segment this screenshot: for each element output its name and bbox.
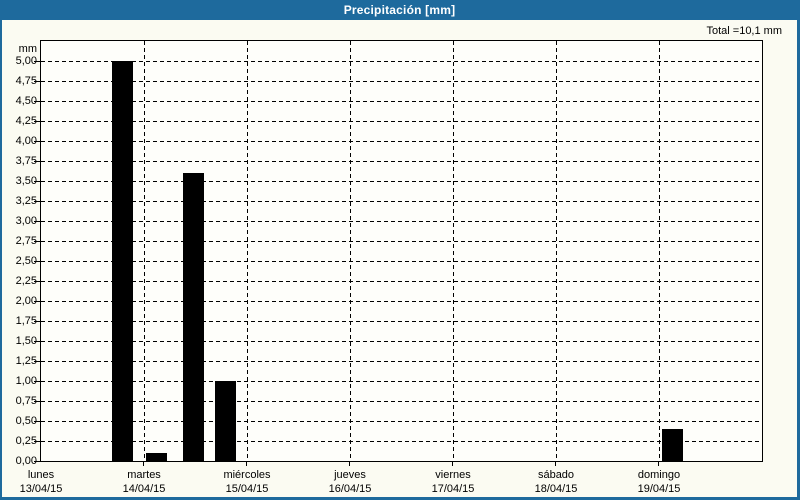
day-date-label: 19/04/15 bbox=[637, 483, 681, 495]
y-gridline bbox=[41, 281, 762, 282]
y-axis-tick-label: 1,75 bbox=[15, 315, 37, 327]
x-axis-tick bbox=[555, 462, 556, 466]
day-date-label: 17/04/15 bbox=[431, 483, 475, 495]
y-axis-tick-label: 2,00 bbox=[15, 295, 37, 307]
precipitation-bar bbox=[215, 381, 236, 461]
chart-titlebar: Precipitación [mm] bbox=[2, 0, 797, 20]
y-axis-tick-label: 3,50 bbox=[15, 175, 37, 187]
x-gridline bbox=[144, 41, 145, 461]
y-axis-tick-label: 3,75 bbox=[15, 155, 37, 167]
y-gridline bbox=[41, 421, 762, 422]
x-gridline bbox=[453, 41, 454, 461]
x-gridline bbox=[350, 41, 351, 461]
day-name-label: miércoles bbox=[223, 469, 271, 481]
y-axis-tick-label: 4,25 bbox=[15, 115, 37, 127]
y-gridline bbox=[41, 381, 762, 382]
day-date-label: 18/04/15 bbox=[534, 483, 578, 495]
x-axis-day-label: viernes 17/04/15 bbox=[402, 468, 504, 496]
y-gridline bbox=[41, 201, 762, 202]
y-gridline bbox=[41, 161, 762, 162]
x-axis-day-label: miércoles 15/04/15 bbox=[196, 468, 298, 496]
y-axis-tick-label: 2,75 bbox=[15, 235, 37, 247]
y-axis-tick-label: 4,50 bbox=[15, 95, 37, 107]
y-gridline bbox=[41, 181, 762, 182]
y-gridline bbox=[41, 261, 762, 262]
y-gridline bbox=[41, 301, 762, 302]
y-gridline bbox=[41, 141, 762, 142]
y-gridline bbox=[41, 401, 762, 402]
x-axis-tick bbox=[452, 462, 453, 466]
x-axis-tick bbox=[658, 462, 659, 466]
day-name-label: jueves bbox=[334, 469, 366, 481]
y-axis-tick-label: 0,75 bbox=[15, 395, 37, 407]
precipitation-bar bbox=[146, 453, 167, 461]
y-gridline bbox=[41, 341, 762, 342]
y-gridline bbox=[41, 101, 762, 102]
x-gridline bbox=[247, 41, 248, 461]
y-gridline bbox=[41, 321, 762, 322]
y-gridline bbox=[41, 361, 762, 362]
x-axis-day-label: jueves 16/04/15 bbox=[299, 468, 401, 496]
y-gridline bbox=[41, 61, 762, 62]
y-axis-tick-label: 1,50 bbox=[15, 335, 37, 347]
y-gridline bbox=[41, 221, 762, 222]
day-name-label: sábado bbox=[537, 469, 575, 481]
chart-window: Precipitación [mm] Total =10,1 mm mm 0,0… bbox=[0, 0, 800, 500]
day-name-label: viernes bbox=[435, 469, 471, 481]
y-gridline bbox=[41, 441, 762, 442]
y-axis-tick-label: 1,25 bbox=[15, 355, 37, 367]
y-axis-tick-label: 1,00 bbox=[15, 375, 37, 387]
day-date-label: 15/04/15 bbox=[225, 483, 269, 495]
y-gridline bbox=[41, 121, 762, 122]
x-axis-tick bbox=[349, 462, 350, 466]
x-axis-tick bbox=[143, 462, 144, 466]
total-value-label: Total =10,1 mm bbox=[706, 25, 782, 37]
day-name-label: domingo bbox=[637, 469, 681, 481]
y-axis-tick-label: 0,00 bbox=[15, 455, 37, 467]
chart-title: Precipitación [mm] bbox=[343, 3, 456, 17]
y-axis-tick-label: 0,50 bbox=[15, 415, 37, 427]
x-axis-day-label: domingo 19/04/15 bbox=[608, 468, 710, 496]
y-gridline bbox=[41, 241, 762, 242]
y-axis-tick-label: 4,00 bbox=[15, 135, 37, 147]
y-axis-tick-label: 4,75 bbox=[15, 75, 37, 87]
day-name-label: lunes bbox=[27, 469, 55, 481]
chart-canvas: Total =10,1 mm mm 0,00 0,25 0,50 0,75 1,00 1,… bbox=[2, 20, 797, 497]
day-date-label: 13/04/15 bbox=[19, 483, 63, 495]
y-axis-tick-label: 5,00 bbox=[15, 55, 37, 67]
x-axis-day-label: sábado 18/04/15 bbox=[505, 468, 607, 496]
day-date-label: 16/04/15 bbox=[328, 483, 372, 495]
precipitation-bar bbox=[183, 173, 204, 461]
y-axis-tick-label: 2,50 bbox=[15, 255, 37, 267]
x-axis-day-label: lunes 13/04/15 bbox=[0, 468, 92, 496]
y-axis-tick-label: 3,25 bbox=[15, 195, 37, 207]
precipitation-bar bbox=[112, 61, 133, 461]
x-gridline bbox=[556, 41, 557, 461]
y-axis-tick-label: 3,00 bbox=[15, 215, 37, 227]
x-axis-tick bbox=[246, 462, 247, 466]
day-name-label: martes bbox=[127, 469, 161, 481]
x-gridline bbox=[659, 41, 660, 461]
day-date-label: 14/04/15 bbox=[122, 483, 166, 495]
y-axis-tick-label: 2,25 bbox=[15, 275, 37, 287]
x-axis-day-label: martes 14/04/15 bbox=[93, 468, 195, 496]
y-gridline bbox=[41, 81, 762, 82]
precipitation-bar bbox=[662, 429, 683, 461]
plot-area bbox=[40, 40, 763, 462]
y-axis-tick-label: 0,25 bbox=[15, 435, 37, 447]
